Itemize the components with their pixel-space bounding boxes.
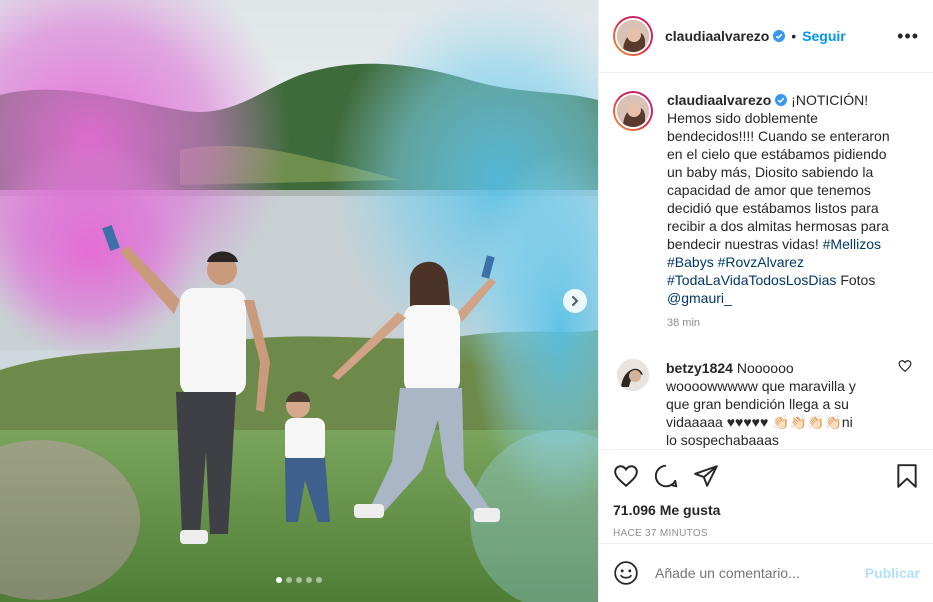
- comment-item: betzy1824 Noooooo woooowwwww que maravil…: [613, 359, 920, 449]
- add-comment-bar: Publicar: [599, 543, 933, 602]
- caption-time: 38 min: [667, 317, 701, 329]
- post-actions: 71.096 Me gusta HACE 37 MINUTOS: [599, 449, 933, 543]
- comment-bubble-icon[interactable]: [653, 463, 679, 489]
- save-bookmark-icon[interactable]: [894, 463, 920, 489]
- caption-username[interactable]: claudiaalvarezo: [667, 92, 771, 108]
- carousel-indicator: [0, 577, 598, 583]
- post-photo[interactable]: [0, 0, 598, 602]
- photo-credit-label: Fotos: [840, 272, 876, 288]
- comment-text: betzy1824 Noooooo woooowwwww que maravil…: [666, 359, 856, 449]
- separator-dot: •: [791, 28, 797, 44]
- carousel-dot: [276, 577, 282, 583]
- caption-text: claudiaalvarezo ¡NOTICIÓN! Hemos sido do…: [667, 91, 897, 307]
- carousel-dot: [306, 577, 312, 583]
- hashtag-link[interactable]: #TodaLaVidaTodosLosDias: [667, 272, 836, 288]
- commenter-username[interactable]: betzy1824: [666, 360, 733, 376]
- hashtag-link[interactable]: #Babys: [667, 254, 714, 270]
- caption-author-avatar[interactable]: [613, 91, 653, 131]
- verified-badge-icon: [775, 94, 788, 106]
- caption-body: ¡NOTICIÓN! Hemos sido doblemente bendeci…: [667, 92, 890, 252]
- chevron-right-icon: [572, 296, 579, 306]
- like-comment-heart-icon[interactable]: [898, 359, 912, 373]
- follow-button[interactable]: Seguir: [802, 28, 846, 44]
- commenter-avatar[interactable]: [617, 359, 649, 391]
- mention-link[interactable]: @gmauri_: [667, 290, 732, 306]
- likes-count[interactable]: 71.096 Me gusta: [613, 502, 920, 518]
- comments-section: claudiaalvarezo ¡NOTICIÓN! Hemos sido do…: [599, 73, 933, 449]
- post-comment-button[interactable]: Publicar: [865, 565, 920, 581]
- next-photo-button[interactable]: [563, 289, 587, 313]
- like-heart-icon[interactable]: [613, 463, 639, 489]
- post-header: claudiaalvarezo • Seguir •••: [599, 0, 933, 73]
- avatar-photo: [617, 359, 649, 391]
- carousel-dot: [316, 577, 322, 583]
- post-timestamp: HACE 37 MINUTOS: [613, 528, 708, 539]
- share-paper-plane-icon[interactable]: [693, 463, 719, 489]
- carousel-dot: [296, 577, 302, 583]
- verified-badge-icon: [773, 30, 786, 42]
- emoji-smiley-icon[interactable]: [613, 560, 639, 586]
- author-avatar[interactable]: [613, 16, 653, 56]
- author-username[interactable]: claudiaalvarezo: [665, 28, 769, 44]
- carousel-dot: [286, 577, 292, 583]
- hashtag-link[interactable]: #RovzAlvarez: [718, 254, 804, 270]
- avatar-photo: [617, 95, 649, 127]
- caption: claudiaalvarezo ¡NOTICIÓN! Hemos sido do…: [613, 91, 920, 307]
- photo-illustration: [0, 0, 598, 602]
- comment-input[interactable]: [655, 565, 865, 581]
- more-options-icon[interactable]: •••: [897, 27, 919, 45]
- post-details-panel: claudiaalvarezo • Seguir ••• claudiaalva…: [598, 0, 933, 602]
- hashtag-link[interactable]: #Mellizos: [823, 236, 881, 252]
- avatar-photo: [617, 20, 649, 52]
